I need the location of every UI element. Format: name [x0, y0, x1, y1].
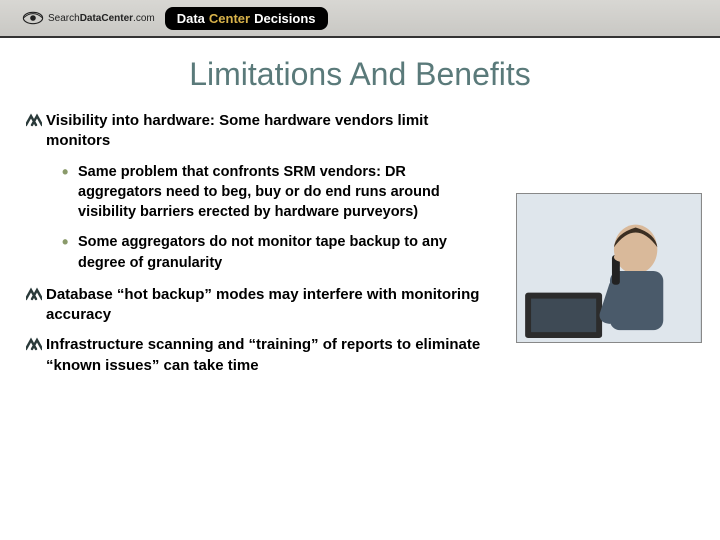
- slide-title: Limitations And Benefits: [0, 56, 720, 93]
- chevron-bullet-icon: [26, 287, 42, 301]
- logo-searchdatacenter: SearchDataCenter.com: [22, 11, 155, 25]
- content-area: Visibility into hardware: Some hardware …: [0, 111, 720, 376]
- stock-photo-frustrated-user: [516, 193, 702, 343]
- logo-text: SearchDataCenter.com: [48, 13, 155, 24]
- chevron-bullet-icon: [26, 337, 42, 351]
- bullet-item: Visibility into hardware: Some hardware …: [26, 111, 694, 152]
- dot-icon: •: [62, 162, 78, 181]
- chevron-bullet-icon: [26, 113, 42, 127]
- eye-icon: [22, 11, 44, 25]
- bullet-text: Visibility into hardware: Some hardware …: [46, 111, 694, 152]
- dot-icon: •: [62, 232, 78, 251]
- header-bar: SearchDataCenter.com Data Center Decisio…: [0, 0, 720, 38]
- badge-data-center-decisions: Data Center Decisions: [165, 7, 328, 30]
